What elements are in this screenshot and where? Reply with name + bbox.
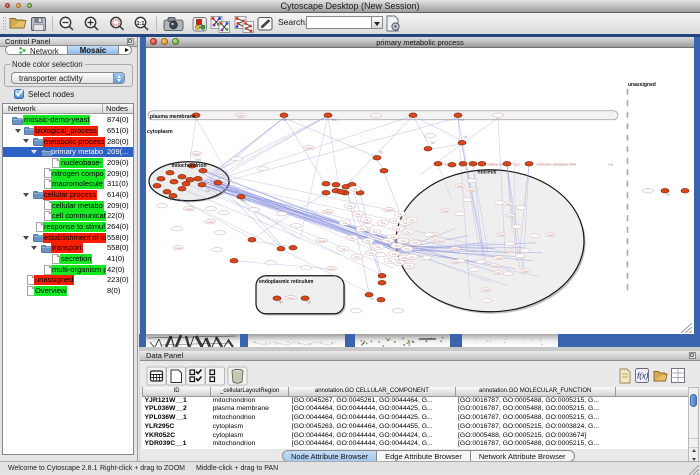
svg-text:Yxxx: Yxxx [496,255,503,259]
svg-text:Yxxx: Yxxx [437,238,444,242]
svg-text:Yxx: Yxx [386,238,391,242]
svg-text:Yxxx: Yxxx [498,232,505,236]
svg-text:nucleus: nucleus [478,169,497,175]
svg-text:Yxx: Yxx [406,229,411,233]
svg-text:Yxxxx: Yxxxx [185,206,193,210]
svg-text:Yxxxx: Yxxxx [318,238,326,242]
svg-text:Yxxxx: Yxxxx [327,266,335,270]
svg-text:Yxxx: Yxxx [457,183,464,187]
svg-text:Yxx: Yxx [401,238,406,242]
svg-text:YOR011W-xYBR295WxYDR4: YOR011W-xYBR295WxYDR4 [536,162,576,166]
svg-text:Yxx: Yxx [396,226,401,230]
svg-text:Yxx: Yxx [392,251,397,255]
svg-text:Yxxx: Yxxx [452,246,459,250]
svg-text:Ymr: Ymr [331,117,338,121]
svg-text:Yxx: Yxx [398,211,403,215]
svg-text:Yxxxx: Yxxxx [287,295,295,299]
svg-text:Yxx: Yxx [360,226,365,230]
svg-text:Yxxxx: Yxxxx [236,113,244,117]
svg-text:Yxx: Yxx [343,220,348,224]
svg-text:Ylr: Ylr [370,296,375,300]
svg-text:Yxxxx: Yxxxx [385,207,393,211]
svg-text:endoplasmic reticulum: endoplasmic reticulum [259,278,314,284]
svg-text:Yxxxx: Yxxxx [324,209,332,213]
svg-text:Yxxxx: Yxxxx [192,151,200,155]
svg-text:Yxx: Yxx [364,217,369,221]
svg-text:Yjl: Yjl [168,196,172,200]
svg-text:Yfl: Yfl [666,192,670,196]
svg-text:Yxx: Yxx [366,238,371,242]
svg-text:plasma membrane: plasma membrane [150,113,196,119]
svg-text:Yxx: Yxx [395,243,400,247]
svg-text:Yxx: Yxx [356,211,361,215]
svg-text:YJL2: YJL2 [513,162,520,166]
svg-text:Yxx: Yxx [376,244,381,248]
svg-text:Yxx: Yxx [355,254,360,258]
svg-text:Yxx: Yxx [391,234,396,238]
svg-text:Yxxx: Yxxx [547,232,554,236]
svg-text:Yml: Yml [195,157,201,161]
svg-text:Yxx: Yxx [348,203,353,207]
svg-text:Yxxx: Yxxx [452,259,459,263]
svg-text:Yxxx: Yxxx [442,208,449,212]
svg-text:1:1: 1:1 [137,21,145,27]
svg-text:Yxxx: Yxxx [483,287,490,291]
svg-text:Yxxx: Yxxx [522,268,529,272]
svg-text:Yxx: Yxx [397,260,402,264]
svg-text:Yxx: Yxx [353,186,358,190]
svg-text:YKL21: YKL21 [443,162,452,166]
svg-text:YDR03xYGL0: YDR03xYGL0 [487,162,506,166]
svg-text:Yxx: Yxx [388,258,393,262]
svg-text:Yxx: Yxx [373,229,378,233]
svg-text:Ypl: Ypl [282,117,287,121]
svg-text:Yxxx: Yxxx [508,248,515,252]
svg-text:mitochondrion: mitochondrion [172,162,207,168]
svg-text:Yxx: Yxx [369,250,374,254]
svg-text:Yxxxx: Yxxxx [305,145,313,149]
svg-text:f(x): f(x) [637,371,649,380]
svg-text:unassigned: unassigned [628,81,656,87]
svg-text:Yxx: Yxx [393,218,398,222]
svg-text:Ykl: Ykl [430,140,435,144]
svg-text:Yxxxx: Yxxxx [206,219,214,223]
svg-text:Yxxx: Yxxx [507,213,514,217]
svg-text:Yxxxx: Yxxxx [174,245,182,249]
svg-text:Yxxx: Yxxx [495,270,502,274]
svg-text:Yxx: Yxx [407,263,412,267]
svg-text:Yxxx: Yxxx [491,263,498,267]
svg-text:Ynl: Ynl [459,117,464,121]
svg-text:Yxx: Yxx [410,217,415,221]
svg-text:Yxx: Yxx [410,254,415,258]
svg-text:cytoplasm: cytoplasm [147,128,173,134]
svg-text:Ygl: Ygl [378,149,383,153]
svg-text:Yxx: Yxx [350,235,355,239]
svg-text:Yxx: Yxx [341,246,346,250]
svg-text:Yol: Yol [463,134,468,138]
svg-text:Yxx: Yxx [413,240,418,244]
svg-text:Yxx: Yxx [381,220,386,224]
svg-text:Yxx: Yxx [608,162,614,166]
svg-text:Yxx: Yxx [405,246,410,250]
svg-text:Yxxx: Yxxx [505,201,512,205]
svg-text:Yxxx: Yxxx [468,187,475,191]
